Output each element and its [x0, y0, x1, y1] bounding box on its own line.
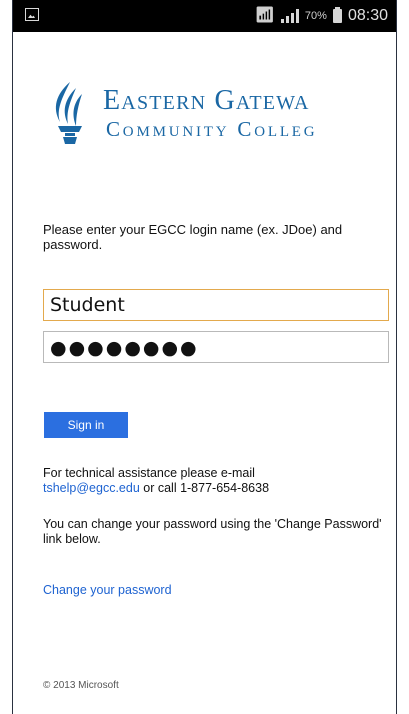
- sign-in-button[interactable]: Sign in: [44, 412, 128, 438]
- logo-line-2: Community Colleg: [106, 117, 318, 141]
- help-text: For technical assistance please e-mail t…: [43, 466, 383, 496]
- username-field[interactable]: [43, 289, 389, 321]
- change-password-info: You can change your password using the '…: [43, 517, 382, 546]
- college-logo: Eastern Gatewa Community Colleg: [46, 80, 396, 150]
- battery-percent: 70%: [304, 10, 327, 22]
- wifi-icon: 📶︎: [254, 7, 275, 24]
- logo-text: Eastern Gatewa Community Colleg: [103, 86, 317, 142]
- help-text-intro: For technical assistance please e-mail: [43, 466, 255, 480]
- login-prompt: Please enter your EGCC login name (ex. J…: [43, 222, 343, 252]
- logo-line-1: Eastern Gatewa: [103, 85, 310, 116]
- help-phone-text: or call 1-877-654-8638: [139, 481, 270, 495]
- change-password-link[interactable]: Change your password: [43, 583, 172, 597]
- help-email-link[interactable]: tshelp@egcc.edu: [43, 481, 140, 495]
- browser-frame: 📶︎ 70% 08:30 Eastern Gatewa Community Co…: [12, 0, 397, 714]
- copyright-text: © 2013 Microsoft: [43, 680, 119, 691]
- flame-logo-icon: [55, 82, 82, 144]
- battery-icon: [332, 7, 342, 23]
- signal-icon: [280, 9, 299, 23]
- gallery-icon: [25, 8, 39, 21]
- status-indicators: 📶︎ 70% 08:30: [255, 6, 388, 26]
- clock: 08:30: [347, 7, 388, 24]
- password-field[interactable]: [43, 331, 389, 363]
- status-bar: 📶︎ 70% 08:30: [13, 0, 396, 32]
